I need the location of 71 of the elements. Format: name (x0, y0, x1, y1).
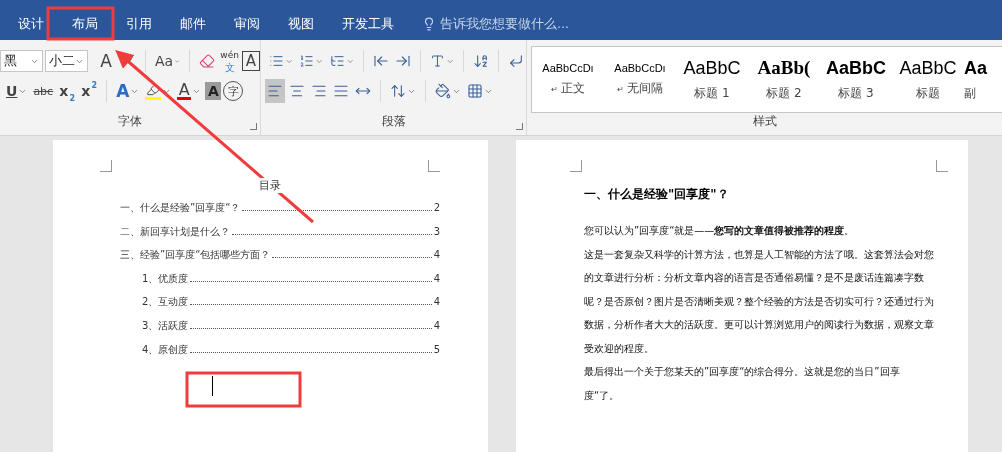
line-spacing-icon (390, 83, 406, 99)
lightbulb-icon (422, 17, 436, 31)
text-cursor (212, 376, 213, 397)
toc-entry[interactable]: 三、经验”回享度“包括哪些方面？ (120, 248, 271, 263)
style-item[interactable]: AaBbCcDı ↵ 正文 (532, 47, 604, 112)
multilevel-list-icon (329, 53, 345, 69)
character-border-button[interactable]: A (242, 51, 260, 71)
dialog-launcher-icon[interactable] (516, 123, 523, 130)
letter-icon (429, 53, 445, 69)
toc-entry[interactable]: 2、互动度 (142, 295, 189, 310)
increase-indent-icon (394, 53, 411, 69)
align-left-button[interactable] (265, 79, 285, 103)
toc-entry[interactable]: 一、什么是经验”回享度“？ (120, 201, 241, 215)
align-left-icon (267, 83, 283, 99)
style-item[interactable]: AaBbC 标题 1 (676, 47, 748, 112)
toc-page-number: 4 (433, 319, 440, 331)
change-case-button[interactable]: Aa (152, 49, 183, 73)
highlighter-icon (145, 82, 162, 100)
toc-page-number: 2 (433, 202, 440, 213)
font-name-field[interactable]: 黑 (0, 50, 44, 72)
toc-page-number: 3 (433, 225, 440, 237)
toc-title: 目录 (257, 178, 283, 193)
ribbon-tab[interactable]: 引用 (112, 8, 166, 40)
phonetic-guide-button[interactable]: wén 文 (219, 49, 240, 73)
ribbon-tab[interactable]: 邮件 (166, 8, 220, 40)
group-label: 段落 (381, 113, 406, 130)
sort-icon (473, 53, 490, 69)
body-paragraph: 最后得出一个关于您某天的”回享度“的综合得分。这就是您的当日”回享度“了。 (584, 366, 900, 401)
toc-page-number: 4 (433, 272, 440, 284)
body-paragraph: 这是一套复杂又科学的计算方法，也算是人工智能的方法了哦。这套算法会对您的文章进行分析：分析文章内容的语言是否通俗易懂？是不是废话连篇凑字数呢？是否原创？图片是否清晰美观？整个经验的方法是否切实可行？还通过行为数据，分析作者大大的活跃度。更可以计算浏览用户的阅读行为数据，观察文章受欢迎的程度。 (584, 248, 934, 354)
style-item[interactable]: AaBb( 标题 2 (748, 47, 820, 112)
highlight-frame (46, 6, 115, 41)
style-item[interactable]: AaBbC 标题 (892, 47, 964, 112)
underline-button[interactable]: U (4, 79, 30, 103)
align-right-icon (311, 83, 327, 99)
toc-page-number: 4 (433, 296, 440, 308)
grid-icon (467, 83, 483, 99)
body-paragraph: 您可以认为”回享度“就是——您写的文章值得被推荐的程度。 (584, 225, 855, 236)
align-center-icon (289, 83, 305, 99)
toc-page-number: 5 (433, 343, 440, 355)
eraser-icon (199, 53, 216, 69)
strikethrough-button[interactable]: abc (31, 79, 56, 103)
ribbon-tab[interactable]: 开发工具 (328, 8, 408, 40)
justify-icon (333, 83, 349, 99)
bullets-icon (269, 53, 284, 69)
character-shading-button[interactable]: A (205, 82, 222, 100)
ribbon-tab[interactable]: 审阅 (220, 8, 274, 40)
ribbon-tab[interactable]: 布局 (58, 8, 112, 40)
toc-entry[interactable]: 4、原创度 (142, 342, 189, 357)
return-arrow-icon (508, 53, 524, 69)
dialog-launcher-icon[interactable] (250, 123, 257, 130)
toc-entry[interactable]: 二、新回享计划是什么？ (120, 224, 230, 239)
style-item[interactable]: AaBbCcDı ↵ 无间隔 (604, 47, 676, 112)
ribbon-tab[interactable]: 设计 (4, 8, 58, 40)
toc-entry[interactable]: 1、优质度 (142, 271, 189, 286)
style-item[interactable]: Aa 副 (964, 47, 998, 112)
numbering-icon (299, 53, 315, 69)
font-size-field[interactable]: 小二 (45, 50, 89, 72)
text-effect-button[interactable]: A (114, 79, 142, 103)
section-heading: 一、什么是经验"回享度"？ (584, 186, 730, 203)
font-color-button[interactable]: A (175, 79, 204, 103)
decrease-indent-icon (372, 53, 389, 69)
grow-font-button[interactable]: A (96, 49, 116, 73)
tell-me-field[interactable]: 告诉我您想要做什么... (440, 15, 569, 33)
style-item[interactable]: AaBbC 标题 3 (820, 47, 892, 112)
ribbon-tab[interactable]: 视图 (274, 8, 328, 40)
toc-entry[interactable]: 3、活跃度 (142, 318, 189, 333)
group-label: 字体 (118, 113, 142, 130)
group-label: 样式 (752, 113, 777, 130)
toc-page-number: 4 (433, 249, 440, 261)
paint-bucket-icon (435, 83, 451, 99)
